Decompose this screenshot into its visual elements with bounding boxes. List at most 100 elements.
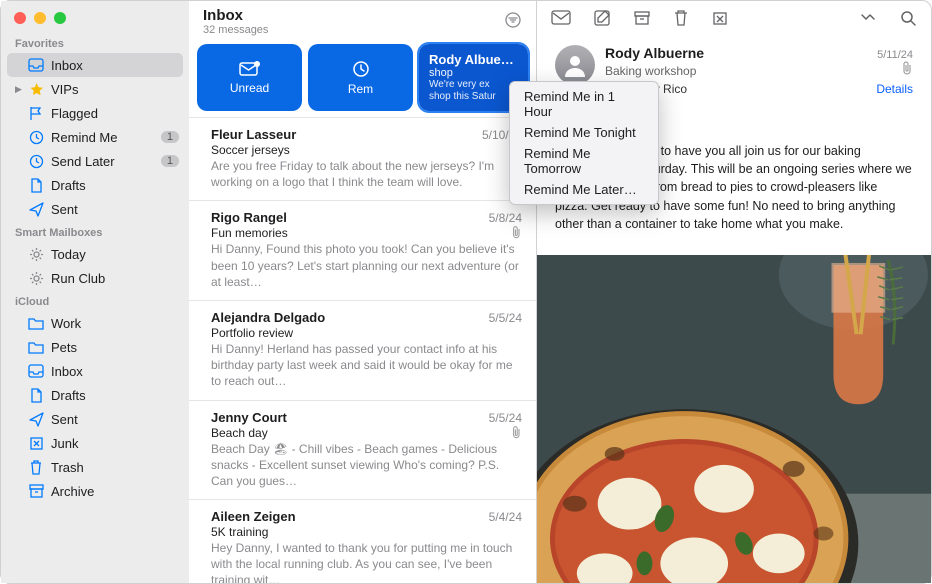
gear-icon	[27, 247, 45, 262]
sidebar-item-label: Today	[51, 247, 179, 262]
sidebar-item-icloud-sent[interactable]: Sent	[1, 407, 189, 431]
more-icon[interactable]	[858, 12, 878, 24]
sidebar-item-label: Trash	[51, 460, 179, 475]
menu-item[interactable]: Remind Me Tonight	[510, 122, 658, 143]
sender: Aileen Zeigen	[211, 509, 489, 524]
sidebar-item-today[interactable]: Today	[1, 242, 189, 266]
preview: Beach Day 🏖 - Chill vibes - Beach games …	[211, 441, 522, 490]
sidebar-item-sent[interactable]: Sent	[1, 197, 189, 221]
sender: Jenny Court	[211, 410, 489, 425]
folder-icon	[27, 341, 45, 354]
maximize-button[interactable]	[54, 12, 66, 24]
sidebar-item-icloud-drafts[interactable]: Drafts	[1, 383, 189, 407]
minimize-button[interactable]	[34, 12, 46, 24]
message-row[interactable]: Alejandra Delgado5/5/24Portfolio reviewH…	[189, 300, 536, 400]
preview: Are you free Friday to talk about the ne…	[211, 158, 522, 190]
sidebar-item-label: Pets	[51, 340, 179, 355]
card-subject: shop	[429, 67, 518, 79]
xbox-icon	[27, 436, 45, 451]
sidebar-item-junk[interactable]: Junk	[1, 431, 189, 455]
menu-item[interactable]: Remind Me Later…	[510, 179, 658, 200]
sidebar-item-archive[interactable]: Archive	[1, 479, 189, 503]
tray-icon	[27, 364, 45, 378]
sidebar-item-label: Sent	[51, 202, 179, 217]
clock-icon	[27, 130, 45, 145]
sidebar-item-label: Run Club	[51, 271, 179, 286]
tray-icon	[27, 58, 45, 72]
attachment-image	[537, 255, 931, 583]
sidebar-item-label: Inbox	[51, 364, 179, 379]
date: 5/4/24	[489, 510, 522, 524]
clock-arrow-icon	[27, 154, 45, 169]
trash-icon[interactable]	[673, 9, 689, 27]
sidebar-item-label: Junk	[51, 436, 179, 451]
avatar	[555, 45, 595, 85]
sidebar-item-inbox[interactable]: Inbox	[7, 53, 183, 77]
message-row[interactable]: Jenny Court5/5/24Beach dayBeach Day 🏖 - …	[189, 400, 536, 500]
sidebar-item-label: Flagged	[51, 106, 179, 121]
sidebar-item-label: Sent	[51, 412, 179, 427]
message-row[interactable]: Rigo Rangel5/8/24Fun memoriesHi Danny, F…	[189, 200, 536, 300]
archive-icon[interactable]	[633, 9, 651, 27]
subject: 5K training	[211, 525, 522, 539]
date: 5/8/24	[489, 211, 522, 225]
to-value: Danny Rico	[625, 82, 876, 96]
list-title: Inbox	[203, 7, 504, 24]
sidebar-item-label: VIPs	[51, 82, 179, 97]
junk-icon[interactable]	[711, 9, 729, 27]
sidebar-item-pets[interactable]: Pets	[1, 335, 189, 359]
compose-icon[interactable]	[593, 9, 611, 27]
card-sender: Rody Albuerne	[429, 52, 518, 67]
envelope-dot-icon	[239, 61, 261, 77]
sidebar: FavoritesInbox▶VIPsFlaggedRemind Me1Send…	[1, 1, 189, 583]
sidebar-item-flagged[interactable]: Flagged	[1, 101, 189, 125]
window-controls	[1, 1, 189, 32]
from-name: Rody Albuerne	[605, 45, 877, 61]
tab-unread[interactable]: Unread	[197, 44, 302, 111]
sidebar-item-send-later[interactable]: Send Later1	[1, 149, 189, 173]
header-date: 5/11/24	[877, 49, 913, 61]
menu-item[interactable]: Remind Me Tomorrow	[510, 143, 658, 179]
doc-icon	[27, 388, 45, 403]
preview: Hi Danny! Herland has passed your contac…	[211, 341, 522, 390]
search-icon[interactable]	[900, 10, 917, 27]
envelope-icon[interactable]	[551, 10, 571, 26]
subject: Fun memories	[211, 226, 507, 240]
sidebar-item-work[interactable]: Work	[1, 311, 189, 335]
trash-icon	[27, 460, 45, 475]
badge: 1	[161, 155, 179, 167]
close-button[interactable]	[14, 12, 26, 24]
preview: Hey Danny, I wanted to thank you for put…	[211, 540, 522, 583]
reader-toolbar	[537, 1, 931, 33]
sidebar-item-label: Work	[51, 316, 179, 331]
badge: 1	[161, 131, 179, 143]
clock-icon	[352, 60, 370, 78]
subject: Beach day	[211, 426, 507, 440]
message-row[interactable]: Aileen Zeigen5/4/245K trainingHey Danny,…	[189, 499, 536, 583]
sidebar-item-trash[interactable]: Trash	[1, 455, 189, 479]
sidebar-item-run-club[interactable]: Run Club	[1, 266, 189, 290]
sidebar-item-remind-me[interactable]: Remind Me1	[1, 125, 189, 149]
doc-icon	[27, 178, 45, 193]
header-subject: Baking workshop	[605, 64, 901, 78]
archive-icon	[27, 484, 45, 498]
sidebar-item-drafts[interactable]: Drafts	[1, 173, 189, 197]
tab-unread-label: Unread	[205, 81, 294, 95]
sidebar-item-icloud-inbox[interactable]: Inbox	[1, 359, 189, 383]
sidebar-item-label: Remind Me	[51, 130, 161, 145]
filter-icon[interactable]	[504, 7, 522, 29]
sidebar-item-vips[interactable]: ▶ VIPs	[1, 77, 189, 101]
sidebar-item-label: Archive	[51, 484, 179, 499]
tab-remind[interactable]: Rem	[308, 44, 413, 111]
section-label: Smart Mailboxes	[1, 221, 189, 242]
message-list-pane: Inbox 32 messages Unread Rem Rody A	[189, 1, 537, 583]
details-link[interactable]: Details	[876, 82, 913, 96]
attachment-icon	[511, 426, 522, 439]
message-row[interactable]: Fleur Lasseur5/10/24Soccer jerseysAre yo…	[189, 117, 536, 200]
menu-item[interactable]: Remind Me in 1 Hour	[510, 86, 658, 122]
chevron-right-icon[interactable]: ▶	[15, 84, 25, 95]
sidebar-item-label: Send Later	[51, 154, 161, 169]
gear-icon	[27, 271, 45, 286]
date: 5/5/24	[489, 311, 522, 325]
section-label: Favorites	[1, 32, 189, 53]
